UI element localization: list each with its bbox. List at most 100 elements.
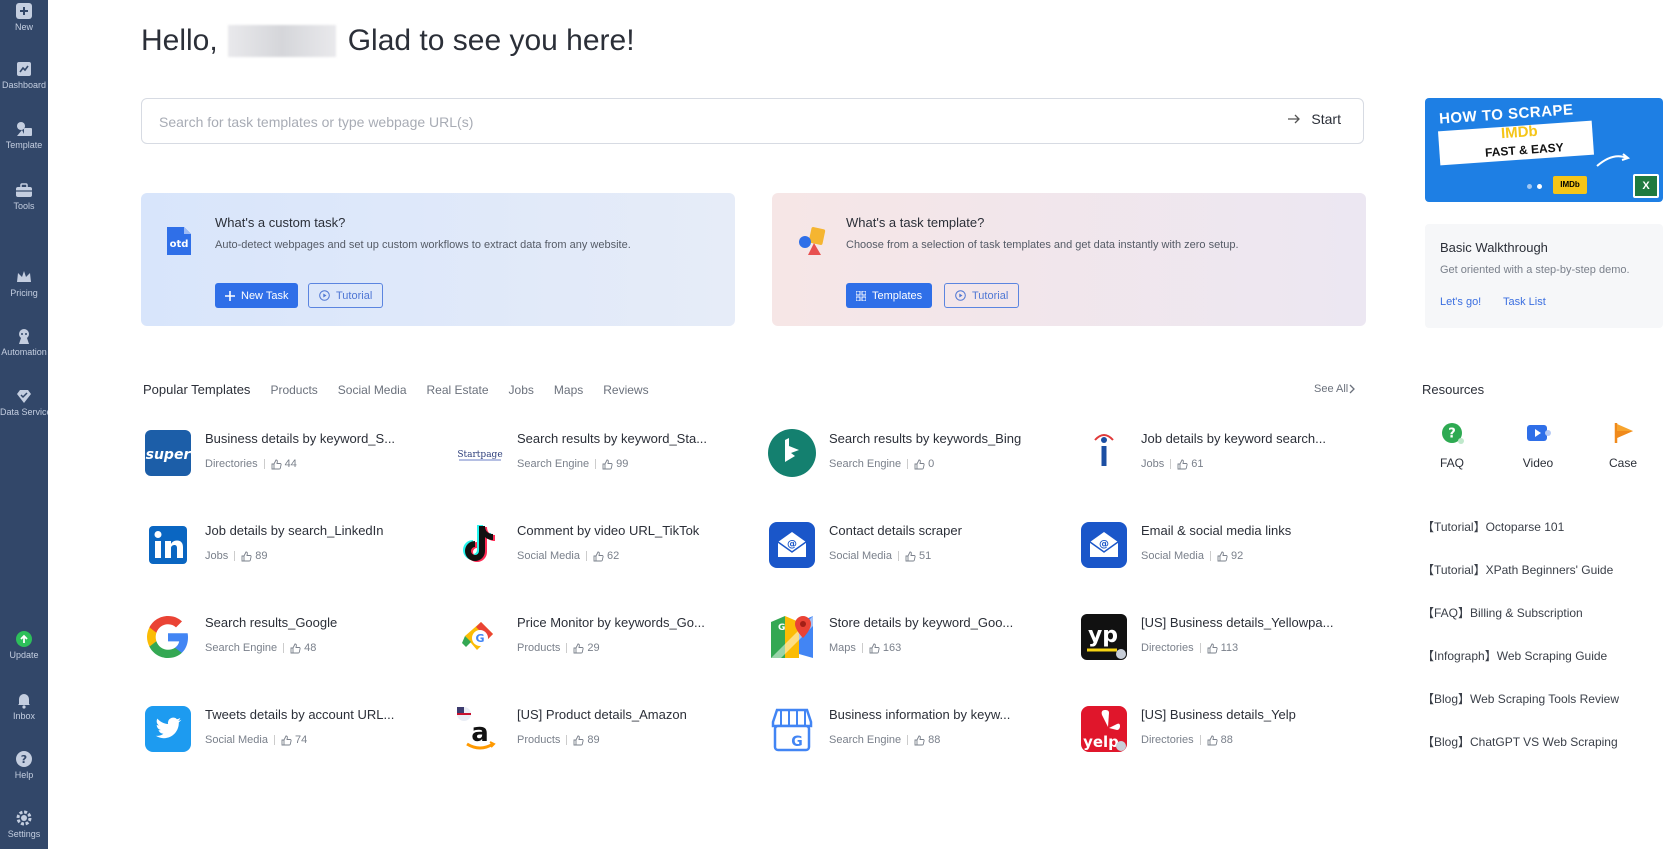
sidebar-item-label: Automation: [1, 347, 47, 357]
template-category: Search Engine: [517, 458, 590, 470]
sidebar-item-template[interactable]: Template: [0, 120, 48, 151]
walkthrough-title: Basic Walkthrough: [1440, 240, 1548, 255]
template-card[interactable]: G Store details by keyword_Goo... Maps 16…: [767, 612, 1067, 662]
arrow-right-icon: [1288, 114, 1301, 124]
startpage-icon: Startpage: [457, 450, 503, 461]
template-card[interactable]: @ Email & social media links Social Medi…: [1079, 520, 1379, 570]
sidebar-item-settings[interactable]: Settings: [0, 809, 48, 840]
sidebar-item-dashboard[interactable]: Dashboard: [0, 60, 48, 91]
tab-jobs[interactable]: Jobs: [509, 383, 534, 397]
carousel-dot[interactable]: [1527, 184, 1532, 189]
template-title: Job details by keyword search...: [1141, 431, 1326, 446]
template-card[interactable]: Search results by keywords_Bing Search E…: [767, 428, 1067, 478]
thumbs-up-icon: [1207, 735, 1218, 745]
tab-popular-templates[interactable]: Popular Templates: [143, 382, 250, 397]
tab-products[interactable]: Products: [270, 383, 317, 397]
resource-link-octoparse-101[interactable]: 【Tutorial】Octoparse 101: [1422, 518, 1564, 535]
thumbs-up-icon: [914, 735, 925, 745]
grid-icon: [856, 290, 866, 301]
email-icon: @: [1081, 522, 1127, 568]
svg-text:@: @: [1099, 539, 1109, 550]
template-likes: 61: [1191, 458, 1204, 470]
sidebar-item-pricing[interactable]: Pricing: [0, 268, 48, 299]
resource-link-xpath-guide[interactable]: 【Tutorial】XPath Beginners' Guide: [1422, 561, 1613, 578]
template-meta: Directories 88: [1141, 734, 1233, 746]
tab-reviews[interactable]: Reviews: [603, 383, 648, 397]
custom-tutorial-button[interactable]: Tutorial: [308, 283, 384, 308]
tab-real-estate[interactable]: Real Estate: [427, 383, 489, 397]
custom-task-title: What's a custom task?: [215, 215, 346, 230]
info-icon: [1094, 434, 1114, 466]
template-likes: 62: [606, 550, 620, 562]
resource-link-tools-review[interactable]: 【Blog】Web Scraping Tools Review: [1422, 690, 1619, 707]
template-tutorial-label: Tutorial: [972, 289, 1009, 302]
template-card[interactable]: Comment by video URL_TikTok Social Media…: [455, 520, 755, 570]
task-list-link[interactable]: Task List: [1503, 296, 1546, 308]
template-card[interactable]: super Business details by keyword_S... D…: [143, 428, 443, 478]
carousel-dot-active[interactable]: [1537, 184, 1542, 189]
resource-link-infograph[interactable]: 【Infograph】Web Scraping Guide: [1422, 647, 1607, 664]
template-card[interactable]: Job details by search_LinkedIn Jobs 89: [143, 520, 443, 570]
template-card[interactable]: @ Contact details scraper Social Media 51: [767, 520, 1067, 570]
lets-go-link[interactable]: Let's go!: [1440, 296, 1481, 308]
imdb-promo-banner[interactable]: HOW TO SCRAPE IMDb FAST & EASY IMDb X: [1425, 98, 1663, 202]
sidebar-item-label: Template: [5, 140, 43, 150]
sidebar-item-help[interactable]: ? Help: [0, 750, 48, 781]
resource-video-label: Video: [1522, 456, 1554, 470]
template-card[interactable]: G Price Monitor by keywords_Go... Produc…: [455, 612, 755, 662]
svg-text:super: super: [146, 447, 192, 463]
template-meta: Social Media 74: [205, 734, 307, 746]
resource-faq[interactable]: ? FAQ: [1422, 420, 1482, 470]
template-tabs: Popular Templates Products Social Media …: [143, 382, 669, 397]
resource-link-chatgpt[interactable]: 【Blog】ChatGPT VS Web Scraping: [1422, 733, 1618, 750]
template-card[interactable]: G Business information by keyw... Search…: [767, 704, 1067, 754]
template-meta: Social Media 51: [829, 550, 931, 562]
sidebar-item-label: New: [14, 22, 33, 32]
template-likes: 51: [918, 550, 932, 562]
template-category: Products: [517, 734, 561, 746]
new-task-button[interactable]: New Task: [215, 283, 299, 308]
see-all-link[interactable]: See All: [1314, 383, 1356, 395]
template-card[interactable]: Startpage Search results by keyword_Sta.…: [455, 428, 755, 478]
template-card[interactable]: yelp [US] Business details_Yelp Director…: [1079, 704, 1379, 754]
sidebar-item-update[interactable]: Update: [0, 630, 48, 661]
template-title: Search results by keywords_Bing: [829, 431, 1022, 446]
thumbs-up-icon: [573, 643, 584, 653]
resource-link-billing[interactable]: 【FAQ】Billing & Subscription: [1422, 604, 1583, 621]
tab-maps[interactable]: Maps: [554, 383, 583, 397]
sidebar-item-tools[interactable]: Tools: [0, 181, 48, 212]
start-button[interactable]: Start: [1287, 111, 1341, 127]
case-icon: [1614, 423, 1633, 443]
task-template-card: What's a task template? Choose from a se…: [772, 193, 1366, 326]
template-category: Social Media: [517, 550, 580, 562]
sidebar-item-new[interactable]: New: [0, 2, 48, 33]
template-card[interactable]: a [US] Product details_Amazon Products 89: [455, 704, 755, 754]
template-icon: [17, 122, 32, 136]
templates-button[interactable]: Templates: [846, 283, 933, 308]
resource-case[interactable]: Case: [1593, 420, 1653, 470]
custom-task-card: otd What's a custom task? Auto-detect we…: [141, 193, 735, 326]
sidebar: New Dashboard Template Tools Pricing Aut…: [0, 0, 48, 849]
template-category: Social Media: [829, 550, 892, 562]
svg-text:yp: yp: [1088, 623, 1118, 648]
templates-label: Templates: [872, 289, 923, 302]
sidebar-item-data-service[interactable]: Data Service: [0, 387, 48, 418]
template-card[interactable]: Tweets details by account URL... Social …: [143, 704, 443, 754]
template-tutorial-button[interactable]: Tutorial: [944, 283, 1020, 308]
diamond-icon: [17, 390, 31, 403]
template-meta: Search Engine 0: [829, 458, 934, 470]
resource-video[interactable]: Video: [1508, 420, 1568, 470]
search-input[interactable]: [157, 99, 1161, 144]
custom-task-description: Auto-detect webpages and set up custom w…: [215, 239, 631, 251]
toolbox-icon: [16, 183, 32, 197]
template-meta: Search Engine 99: [517, 458, 628, 470]
template-card[interactable]: yp [US] Business details_Yellowpa... Dir…: [1079, 612, 1379, 662]
template-card[interactable]: Job details by keyword search... Jobs 61: [1079, 428, 1379, 478]
template-likes: 89: [255, 550, 268, 562]
tab-social-media[interactable]: Social Media: [338, 383, 407, 397]
template-card[interactable]: Search results_Google Search Engine 48: [143, 612, 443, 662]
sidebar-item-inbox[interactable]: Inbox: [0, 691, 48, 722]
template-category: Search Engine: [829, 734, 902, 746]
sidebar-item-automation[interactable]: Automation: [0, 327, 48, 358]
template-title: Search results by keyword_Sta...: [517, 431, 708, 446]
